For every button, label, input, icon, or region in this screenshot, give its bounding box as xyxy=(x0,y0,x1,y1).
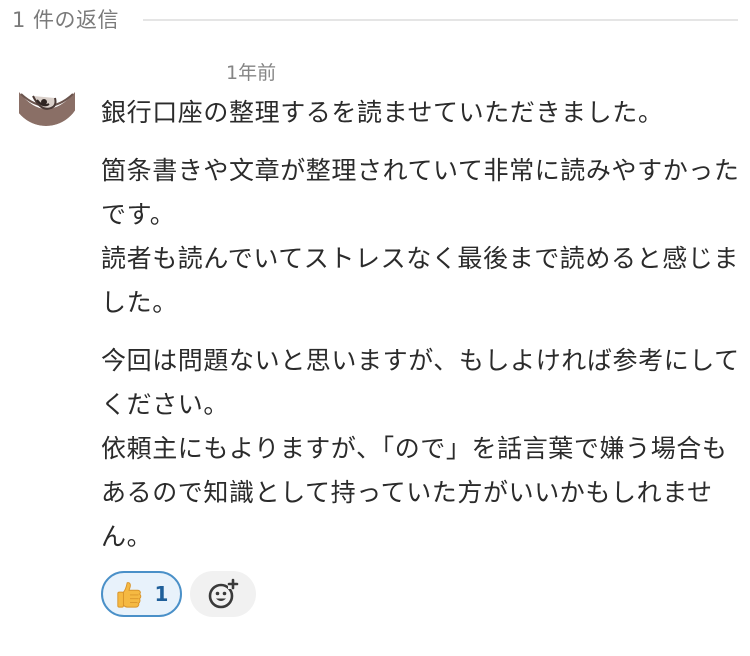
comment-timestamp: 1年前 xyxy=(226,62,277,84)
reaction-count: 1 xyxy=(154,582,169,606)
comment-paragraph: 箇条書きや文章が整理されていて非常に読みやすかったです。 読者も読んでいてストレ… xyxy=(101,156,740,317)
reply-thread-header: 1 件の返信 xyxy=(12,0,738,38)
comment-body: 銀行口座の整理するを読ませていただきました。 箇条書きや文章が整理されていて非常… xyxy=(101,91,746,573)
divider xyxy=(143,19,738,21)
avatar[interactable] xyxy=(11,56,81,126)
comment-paragraph: 今回は問題ないと思いますが、もしよければ参考にしてください。 依頼主にもよります… xyxy=(101,346,740,551)
avatar-image xyxy=(11,56,81,126)
add-emoji-icon xyxy=(208,578,239,609)
add-reaction-button[interactable] xyxy=(190,571,256,617)
reactions-bar: 1 xyxy=(101,571,256,617)
thumbs-up-icon xyxy=(116,582,141,608)
thumbs-up-reaction-button[interactable]: 1 xyxy=(101,571,182,617)
comment-paragraph: 銀行口座の整理するを読ませていただきました。 xyxy=(101,98,664,127)
reply-count-label: 1 件の返信 xyxy=(12,8,120,32)
